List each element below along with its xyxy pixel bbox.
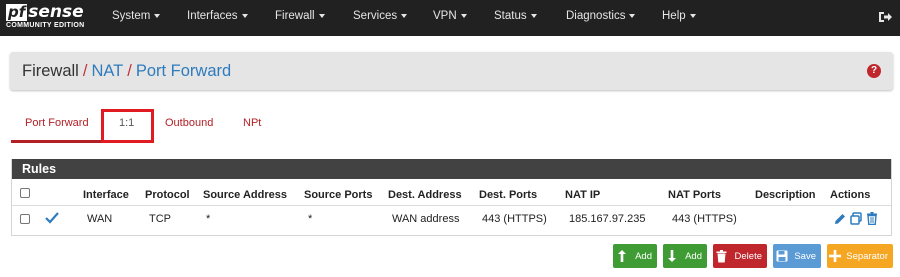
nav-vpn[interactable]: VPN [433, 10, 467, 22]
tab-port-forward[interactable]: Port Forward [25, 117, 89, 129]
cell-dest-address: WAN address [392, 213, 460, 225]
col-description[interactable]: Description [755, 189, 816, 201]
caret-down-icon [318, 13, 325, 18]
plus-icon [827, 244, 842, 268]
breadcrumb-panel: Firewall / NAT / Port Forward ? [10, 52, 893, 90]
nav-status[interactable]: Status [494, 10, 537, 22]
tab-outbound[interactable]: Outbound [165, 117, 213, 129]
logo-pf: pf [6, 3, 28, 21]
cell-interface: WAN [87, 213, 113, 225]
trash-icon [713, 244, 731, 268]
add-rule-top-button[interactable]: Add [613, 244, 657, 268]
trash-icon[interactable] [866, 212, 878, 225]
delete-button[interactable]: Delete [713, 244, 767, 268]
breadcrumb-firewall: Firewall [22, 61, 79, 80]
nav-services[interactable]: Services [353, 10, 408, 22]
cell-source-address: * [206, 213, 211, 225]
separator-button[interactable]: Separator [827, 244, 893, 268]
nav-help[interactable]: Help [662, 10, 696, 22]
enabled-check-icon[interactable] [45, 212, 59, 224]
copy-icon[interactable] [850, 212, 862, 225]
top-navbar: pf sense COMMUNITY EDITION System Interf… [0, 0, 900, 36]
col-actions: Actions [830, 189, 871, 201]
logo-sense: sense [28, 2, 84, 22]
question-circle-icon[interactable]: ? [867, 64, 881, 78]
cell-source-ports: * [308, 213, 313, 225]
breadcrumb-separator: / [127, 61, 132, 80]
breadcrumb-separator: / [82, 61, 88, 80]
caret-down-icon [689, 13, 696, 18]
col-dest-ports[interactable]: Dest. Ports [479, 189, 537, 201]
nav-system[interactable]: System [112, 10, 161, 22]
col-dest-address[interactable]: Dest. Address [388, 189, 462, 201]
nav-firewall[interactable]: Firewall [275, 10, 325, 22]
nav-interfaces[interactable]: Interfaces [187, 10, 248, 22]
cell-dest-ports: 443 (HTTPS) [482, 213, 547, 225]
logo-edition: COMMUNITY EDITION [6, 22, 85, 29]
col-protocol[interactable]: Protocol [145, 189, 190, 201]
active-tab-indicator [11, 140, 103, 143]
row-select-checkbox[interactable] [20, 214, 30, 224]
rules-panel-title: Rules [12, 159, 891, 179]
col-source-ports[interactable]: Source Ports [304, 189, 372, 201]
tab-1-to-1-highlight [101, 109, 154, 143]
edit-pencil-icon[interactable] [834, 212, 846, 225]
col-source-address[interactable]: Source Address [203, 189, 287, 201]
caret-down-icon [629, 13, 636, 18]
arrow-up-icon [613, 244, 631, 268]
cell-nat-ip: 185.167.97.235 [569, 213, 646, 225]
breadcrumb: Firewall / NAT / Port Forward [22, 62, 231, 81]
save-button[interactable]: Save [773, 244, 821, 268]
logout-icon[interactable] [878, 10, 892, 24]
select-all-checkbox[interactable] [20, 188, 30, 198]
caret-down-icon [154, 13, 161, 18]
col-nat-ports[interactable]: NAT Ports [668, 189, 721, 201]
add-rule-bottom-button[interactable]: Add [663, 244, 707, 268]
caret-down-icon [241, 13, 248, 18]
nav-diagnostics[interactable]: Diagnostics [566, 10, 636, 22]
save-icon [773, 244, 790, 268]
caret-down-icon [401, 13, 408, 18]
header-divider [12, 205, 891, 206]
breadcrumb-nat-link[interactable]: NAT [91, 62, 123, 80]
tab-npt[interactable]: NPt [243, 117, 261, 129]
breadcrumb-port-forward-link[interactable]: Port Forward [136, 62, 231, 80]
caret-down-icon [460, 13, 467, 18]
cell-nat-ports: 443 (HTTPS) [672, 213, 737, 225]
cell-protocol: TCP [149, 213, 171, 225]
pfsense-logo[interactable]: pf sense COMMUNITY EDITION [0, 0, 100, 36]
col-interface[interactable]: Interface [83, 189, 129, 201]
caret-down-icon [530, 13, 537, 18]
col-nat-ip[interactable]: NAT IP [565, 189, 600, 201]
arrow-down-icon [663, 244, 681, 268]
